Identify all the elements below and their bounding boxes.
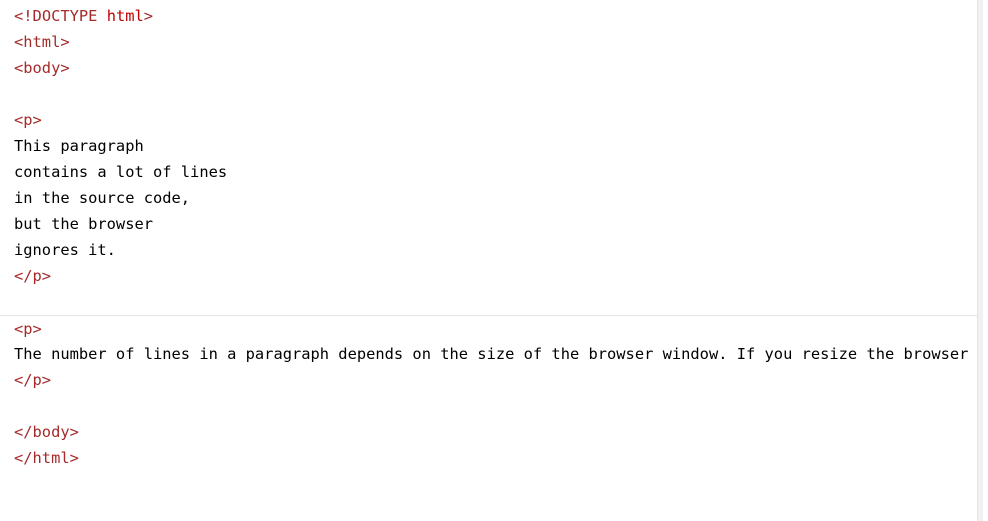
html-tag: <p>	[14, 320, 42, 338]
code-line[interactable]: but the browser	[14, 211, 983, 237]
code-line[interactable]: ignores it.	[14, 237, 983, 263]
doctype-open: <!	[14, 7, 33, 25]
vertical-scrollbar[interactable]	[977, 0, 983, 521]
code-line[interactable]: This paragraph	[14, 133, 983, 159]
text-content: but the browser	[14, 215, 153, 233]
code-line[interactable]: </p>	[14, 263, 983, 289]
text-content: The number of lines in a paragraph depen…	[14, 345, 983, 363]
code-line[interactable]	[14, 393, 983, 419]
code-line[interactable]	[14, 81, 983, 107]
code-line[interactable]: <!DOCTYPE html>	[14, 3, 983, 29]
html-tag: <html>	[14, 33, 70, 51]
html-tag: </p>	[14, 371, 52, 389]
code-line[interactable]: <p>	[0, 315, 983, 341]
code-line[interactable]: <p>	[14, 107, 983, 133]
code-line[interactable]: contains a lot of lines	[14, 159, 983, 185]
text-content: This paragraph	[14, 137, 144, 155]
code-line[interactable]: </p>	[14, 367, 983, 393]
code-line[interactable]: </html>	[14, 445, 983, 471]
doctype-value: html	[97, 7, 144, 25]
code-line[interactable]: </body>	[14, 419, 983, 445]
html-tag: </p>	[14, 267, 52, 285]
code-line[interactable]	[14, 289, 983, 315]
code-line[interactable]: <html>	[14, 29, 983, 55]
html-tag: <body>	[14, 59, 70, 77]
doctype-keyword: DOCTYPE	[32, 7, 98, 25]
html-tag: </body>	[14, 423, 79, 441]
code-line[interactable]: The number of lines in a paragraph depen…	[14, 341, 983, 367]
text-content: in the source code,	[14, 189, 191, 207]
code-line[interactable]: <body>	[14, 55, 983, 81]
code-line[interactable]: in the source code,	[14, 185, 983, 211]
code-area[interactable]: <!DOCTYPE html> <html> <body> <p> This parag…	[0, 3, 983, 471]
doctype-close: >	[143, 7, 154, 25]
code-editor[interactable]: <!DOCTYPE html> <html> <body> <p> This parag…	[0, 0, 983, 521]
html-tag: </html>	[14, 449, 79, 467]
html-tag: <p>	[14, 111, 42, 129]
text-content: ignores it.	[14, 241, 116, 259]
text-content: contains a lot of lines	[14, 163, 228, 181]
